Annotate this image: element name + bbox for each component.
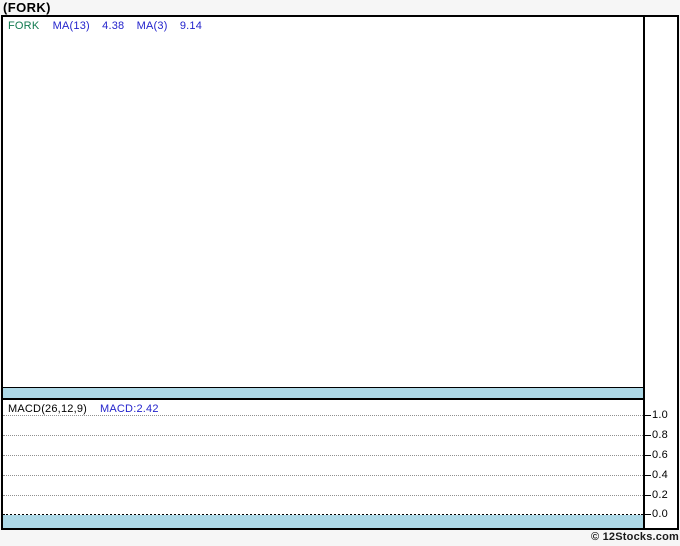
tick-mark [643,414,651,416]
date-axis-band-lower [3,515,643,528]
gridline-0.8 [3,435,643,436]
gridline-0.6 [3,455,643,456]
tick-mark [643,434,651,436]
gridline-1.0 [3,415,643,416]
legend-ma2-label: MA(3) [136,20,168,32]
tick-mark [643,454,651,456]
tick-label: 0.8 [652,428,668,441]
gridline-0.4 [3,475,643,476]
macd-legend-value: MACD:2.42 [100,403,159,415]
date-axis-band-upper [3,387,643,400]
price-panel-legend: FORK MA(13) 4.38 MA(3) 9.14 [8,20,211,32]
stock-chart-page: (FORK) FORK MA(13) 4.38 MA(3) 9.14 MACD(… [0,0,680,546]
gridline-0.2 [3,495,643,496]
tick-label: 0.4 [652,468,668,481]
tick-label: 0.2 [652,488,668,501]
macd-legend-label: MACD(26,12,9) [8,403,88,415]
tick-label: 1.0 [652,408,668,421]
legend-ma1-value: 4.38 [102,20,125,32]
legend-ma2-value: 9.14 [179,20,203,32]
legend-ma1-label: MA(13) [52,20,90,32]
tick-label: 0.0 [652,507,668,520]
page-title: (FORK) [3,0,51,15]
chart-container: FORK MA(13) 4.38 MA(3) 9.14 MACD(26,12,9… [1,15,679,530]
tick-label: 0.6 [652,448,668,461]
macd-panel-legend: MACD(26,12,9) MACD:2.42 [8,403,159,415]
tick-mark [643,474,651,476]
legend-symbol: FORK [8,20,40,32]
copyright-watermark-link[interactable]: © 12Stocks.com [591,531,679,543]
y-axis-divider [643,17,645,528]
tick-mark [643,513,651,515]
tick-mark [643,494,651,496]
